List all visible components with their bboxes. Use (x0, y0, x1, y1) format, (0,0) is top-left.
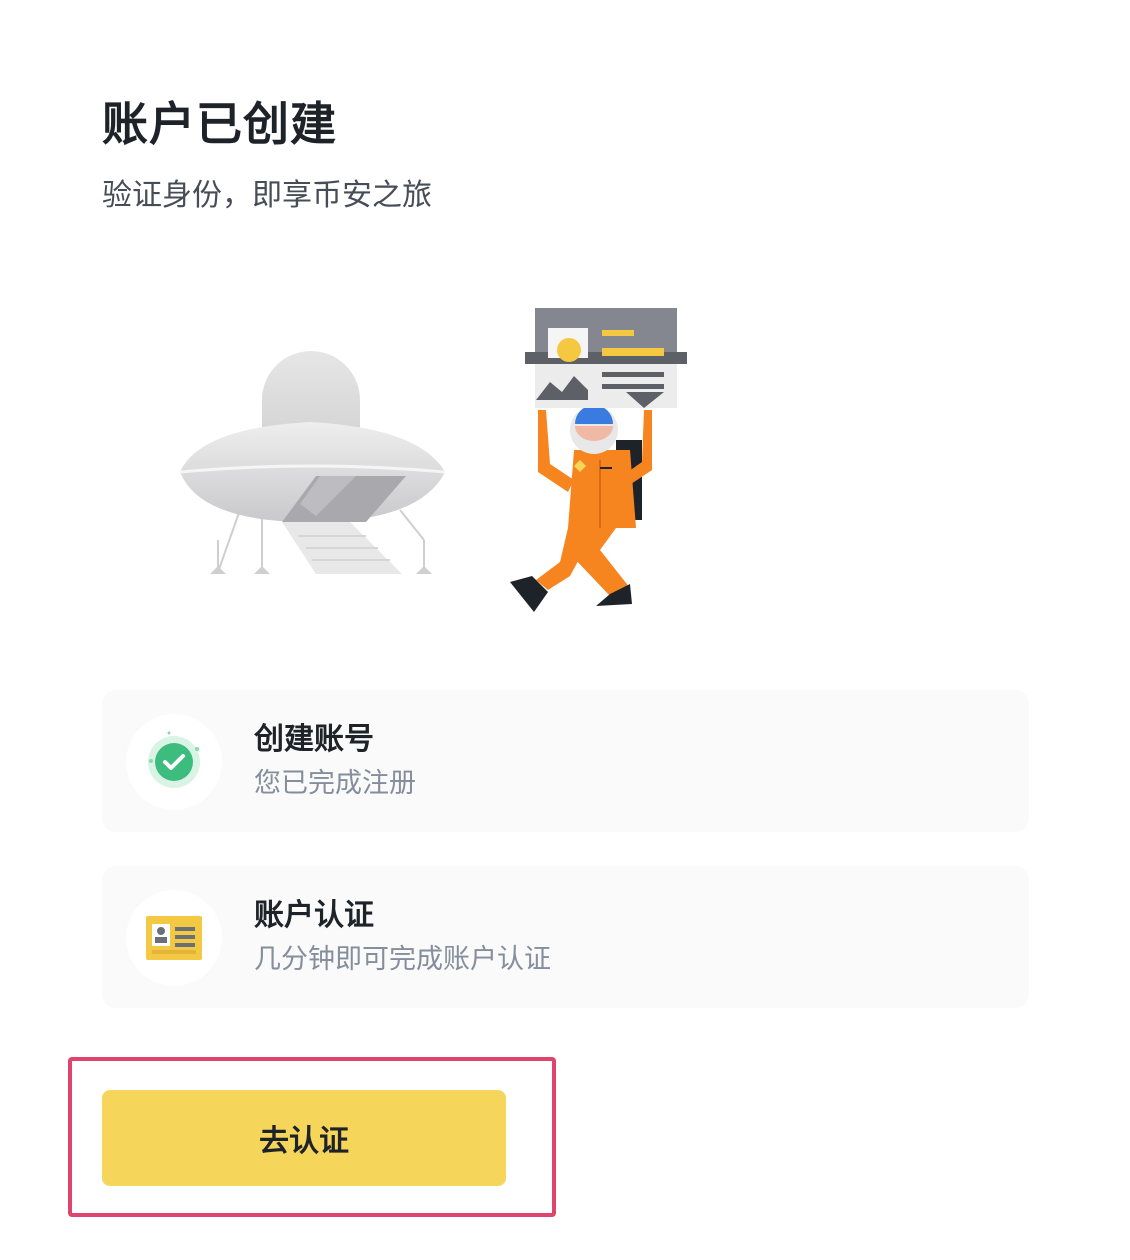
verify-button[interactable]: 去认证 (102, 1090, 506, 1186)
step-description: 几分钟即可完成账户认证 (254, 944, 551, 975)
ufo-astronaut-illustration (179, 308, 687, 612)
check-circle-icon (126, 714, 222, 810)
astronaut-graphic (510, 308, 687, 612)
page-title: 账户已创建 (102, 97, 337, 151)
step-card-account-verification: 账户认证 几分钟即可完成账户认证 (102, 866, 1029, 1008)
ufo-graphic (179, 351, 446, 574)
step-card-create-account: 创建账号 您已完成注册 (102, 690, 1029, 832)
hero-illustration (170, 300, 710, 620)
id-card-icon (126, 890, 222, 986)
step-title: 账户认证 (254, 898, 374, 933)
step-title: 创建账号 (254, 722, 374, 757)
step-description: 您已完成注册 (254, 768, 416, 799)
page-subtitle: 验证身份，即享币安之旅 (102, 178, 432, 213)
